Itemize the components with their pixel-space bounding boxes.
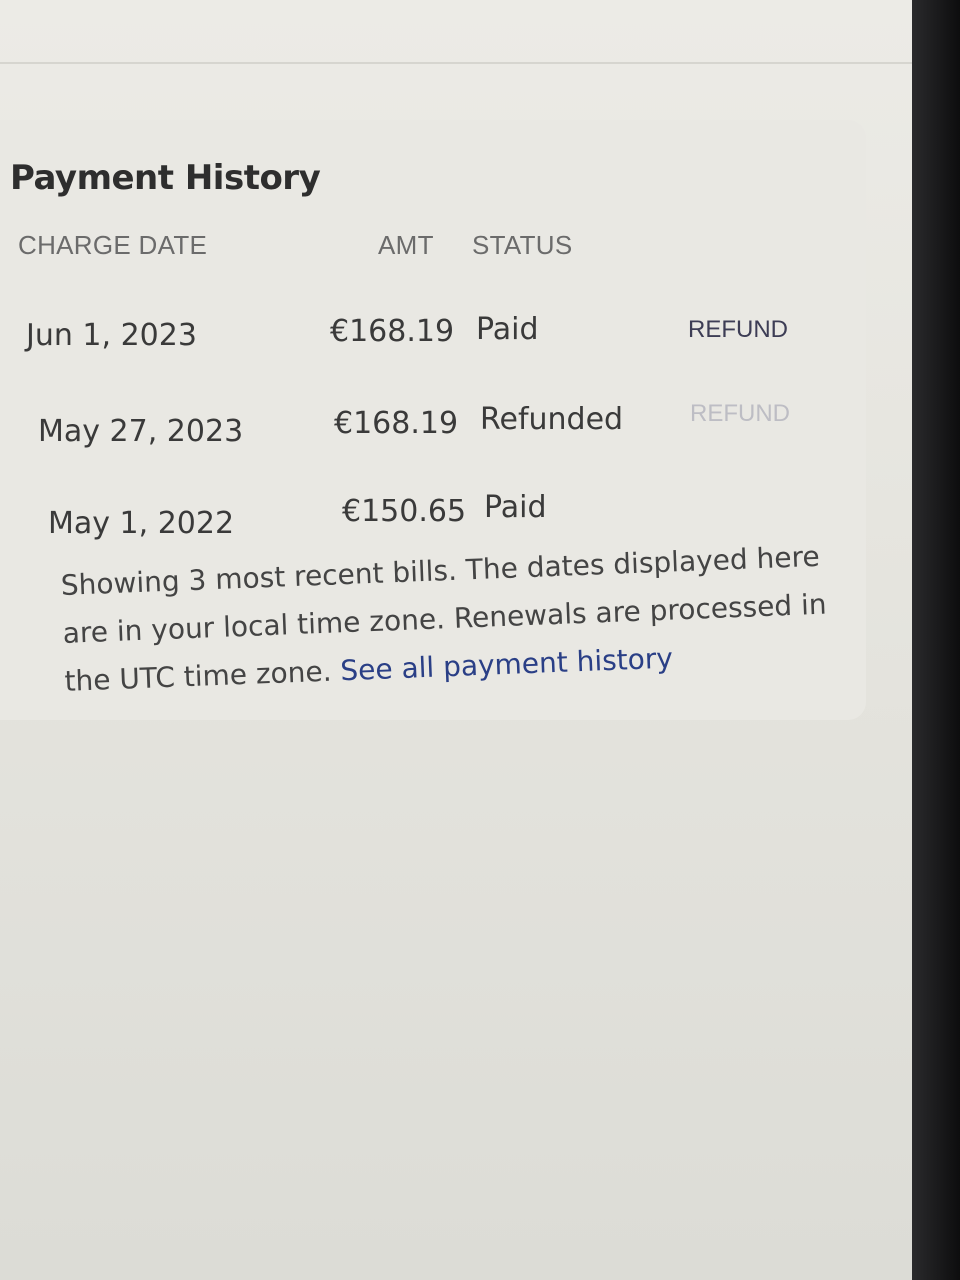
screen: Payment History CHARGE DATE AMT STATUS J…	[0, 0, 912, 1280]
monitor-bezel	[912, 0, 960, 1280]
row-2-date: May 27, 2023	[38, 414, 244, 449]
row-1-refund-button[interactable]: REFUND	[688, 316, 788, 344]
column-header-status: STATUS	[472, 230, 573, 260]
row-3-date: May 1, 2022	[48, 506, 235, 541]
row-3-status: Paid	[484, 490, 547, 525]
section-title: Payment History	[10, 158, 321, 198]
payment-history-note: Showing 3 most recent bills. The dates d…	[60, 532, 845, 706]
row-1-date: Jun 1, 2023	[26, 318, 197, 353]
column-header-charge-date: CHARGE DATE	[18, 230, 208, 260]
row-2-refund-button-disabled: REFUND	[690, 400, 790, 427]
row-1-amount: €168.19	[330, 314, 455, 349]
row-3-amount: €150.65	[342, 494, 467, 529]
row-1-status: Paid	[476, 312, 539, 347]
column-header-amount: AMT	[378, 230, 434, 260]
divider	[0, 62, 912, 64]
row-2-status: Refunded	[480, 402, 624, 437]
row-2-amount: €168.19	[334, 406, 459, 441]
see-all-payment-history-link[interactable]: See all payment history	[340, 642, 674, 688]
